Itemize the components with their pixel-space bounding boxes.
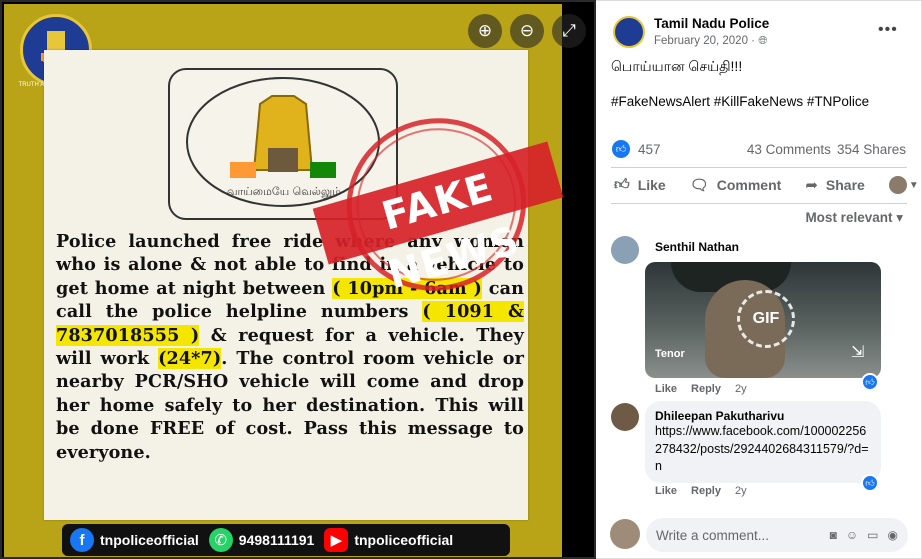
comment-like-link[interactable]: Like — [655, 485, 677, 497]
fullscreen-icon[interactable]: ⤢ — [552, 14, 586, 48]
facebook-icon: f — [70, 528, 94, 552]
comment-reply-link[interactable]: Reply — [691, 383, 721, 395]
comment-link-text[interactable]: https://www.facebook.com/100002256278432… — [655, 423, 869, 476]
avatar — [610, 519, 640, 549]
divider — [611, 203, 907, 204]
youtube-handle: tnpoliceofficial — [354, 532, 454, 548]
media-viewer: TRUTH ALONE TRIUMPHS வாய்மையே வெல்லும் P… — [0, 0, 596, 559]
comment-composer: Write a comment... ◙ ☺ ▭ ◉ — [610, 518, 910, 552]
comment-bubble-icon: 🗨︎ — [689, 177, 709, 194]
like-reaction-icon[interactable]: 👍︎ — [612, 140, 630, 158]
youtube-icon: ▶ — [324, 528, 349, 552]
gif-source: Tenor — [655, 348, 685, 360]
comment-button[interactable]: 🗨︎ Comment — [690, 176, 782, 194]
notice-highlight-hours: (24*7) — [158, 348, 222, 370]
external-link-icon[interactable]: ⇲ — [851, 342, 864, 362]
share-label: Share — [825, 177, 865, 193]
comment-label: Comment — [716, 177, 782, 193]
emoji-icon[interactable]: ☺ — [846, 528, 858, 542]
comment-like-badge-icon: 👍︎ — [861, 373, 879, 391]
zoom-controls: ⊕ ⊖ ⤢ — [468, 14, 586, 48]
post-text: பொய்யான செய்தி!!! — [611, 58, 743, 74]
comment-input[interactable]: Write a comment... ◙ ☺ ▭ ◉ — [646, 518, 908, 552]
post-date[interactable]: February 20, 2020 · 🌐︎ — [654, 35, 767, 48]
facebook-handle: tnpoliceofficial — [100, 532, 199, 548]
commenter-avatar[interactable] — [611, 403, 639, 431]
comment-time[interactable]: 2y — [735, 485, 747, 497]
reactions-count[interactable]: 457 — [638, 142, 661, 157]
page-avatar[interactable] — [613, 16, 645, 48]
shares-count[interactable]: 354 Shares — [837, 142, 906, 157]
page-name[interactable]: Tamil Nadu Police — [654, 16, 769, 31]
comment-reply-link[interactable]: Reply — [691, 485, 721, 497]
avatar — [888, 176, 907, 194]
comment-like-badge-icon: 👍︎ — [861, 474, 879, 492]
divider — [611, 167, 907, 168]
zoom-in-icon[interactable]: ⊕ — [468, 14, 502, 48]
whatsapp-number: 9498111191 — [238, 532, 315, 548]
more-options-icon[interactable]: ••• — [878, 21, 898, 39]
post-as-selector[interactable]: ▼ — [888, 176, 919, 194]
whatsapp-icon: ✆ — [208, 528, 233, 552]
notice-part-1: Police launched free ride — [56, 231, 324, 252]
sticker-icon[interactable]: ◙ — [830, 528, 837, 542]
reactions-row: 👍︎ 457 43 Comments 354 Shares — [612, 140, 906, 158]
social-handles-bar: f tnpoliceofficial ✆ 9498111191 ▶ tnpoli… — [62, 524, 510, 556]
share-button[interactable]: ➦ Share — [805, 176, 865, 194]
comment-actions: Like Reply 2y — [655, 485, 747, 497]
gif-attachment[interactable]: GIF Tenor ⇲ — [645, 262, 881, 378]
comments-count[interactable]: 43 Comments — [747, 142, 831, 157]
like-button[interactable]: 👍︎ Like — [614, 176, 666, 194]
zoom-out-icon[interactable]: ⊖ — [510, 14, 544, 48]
thumbs-up-icon: 👍︎ — [614, 176, 630, 193]
gif-icon[interactable]: ▭ — [867, 528, 878, 542]
comment-actions: Like Reply 2y — [655, 383, 747, 395]
comment-like-link[interactable]: Like — [655, 383, 677, 395]
comment-time[interactable]: 2y — [735, 383, 747, 395]
post-image[interactable]: TRUTH ALONE TRIUMPHS வாய்மையே வெல்லும் P… — [4, 4, 564, 557]
comment-sort-dropdown[interactable]: Most relevant ▾ — [805, 210, 903, 226]
like-label: Like — [637, 177, 666, 193]
post-actions: 👍︎ Like 🗨︎ Comment ➦ Share ▼ — [614, 176, 919, 194]
comment-input-placeholder: Write a comment... — [656, 527, 770, 543]
commenter-avatar[interactable] — [611, 236, 639, 264]
commenter-name[interactable]: Dhileepan Pakutharivu — [655, 409, 784, 423]
share-arrow-icon: ➦ — [805, 177, 818, 194]
commenter-name[interactable]: Senthil Nathan — [655, 240, 739, 254]
camera-icon[interactable]: ◉ — [888, 528, 898, 542]
chevron-down-icon: ▼ — [908, 179, 919, 191]
post-hashtags[interactable]: #FakeNewsAlert #KillFakeNews #TNPolice — [611, 94, 869, 109]
gif-play-badge[interactable]: GIF — [737, 290, 795, 348]
post-panel: Tamil Nadu Police February 20, 2020 · 🌐︎… — [596, 0, 922, 559]
